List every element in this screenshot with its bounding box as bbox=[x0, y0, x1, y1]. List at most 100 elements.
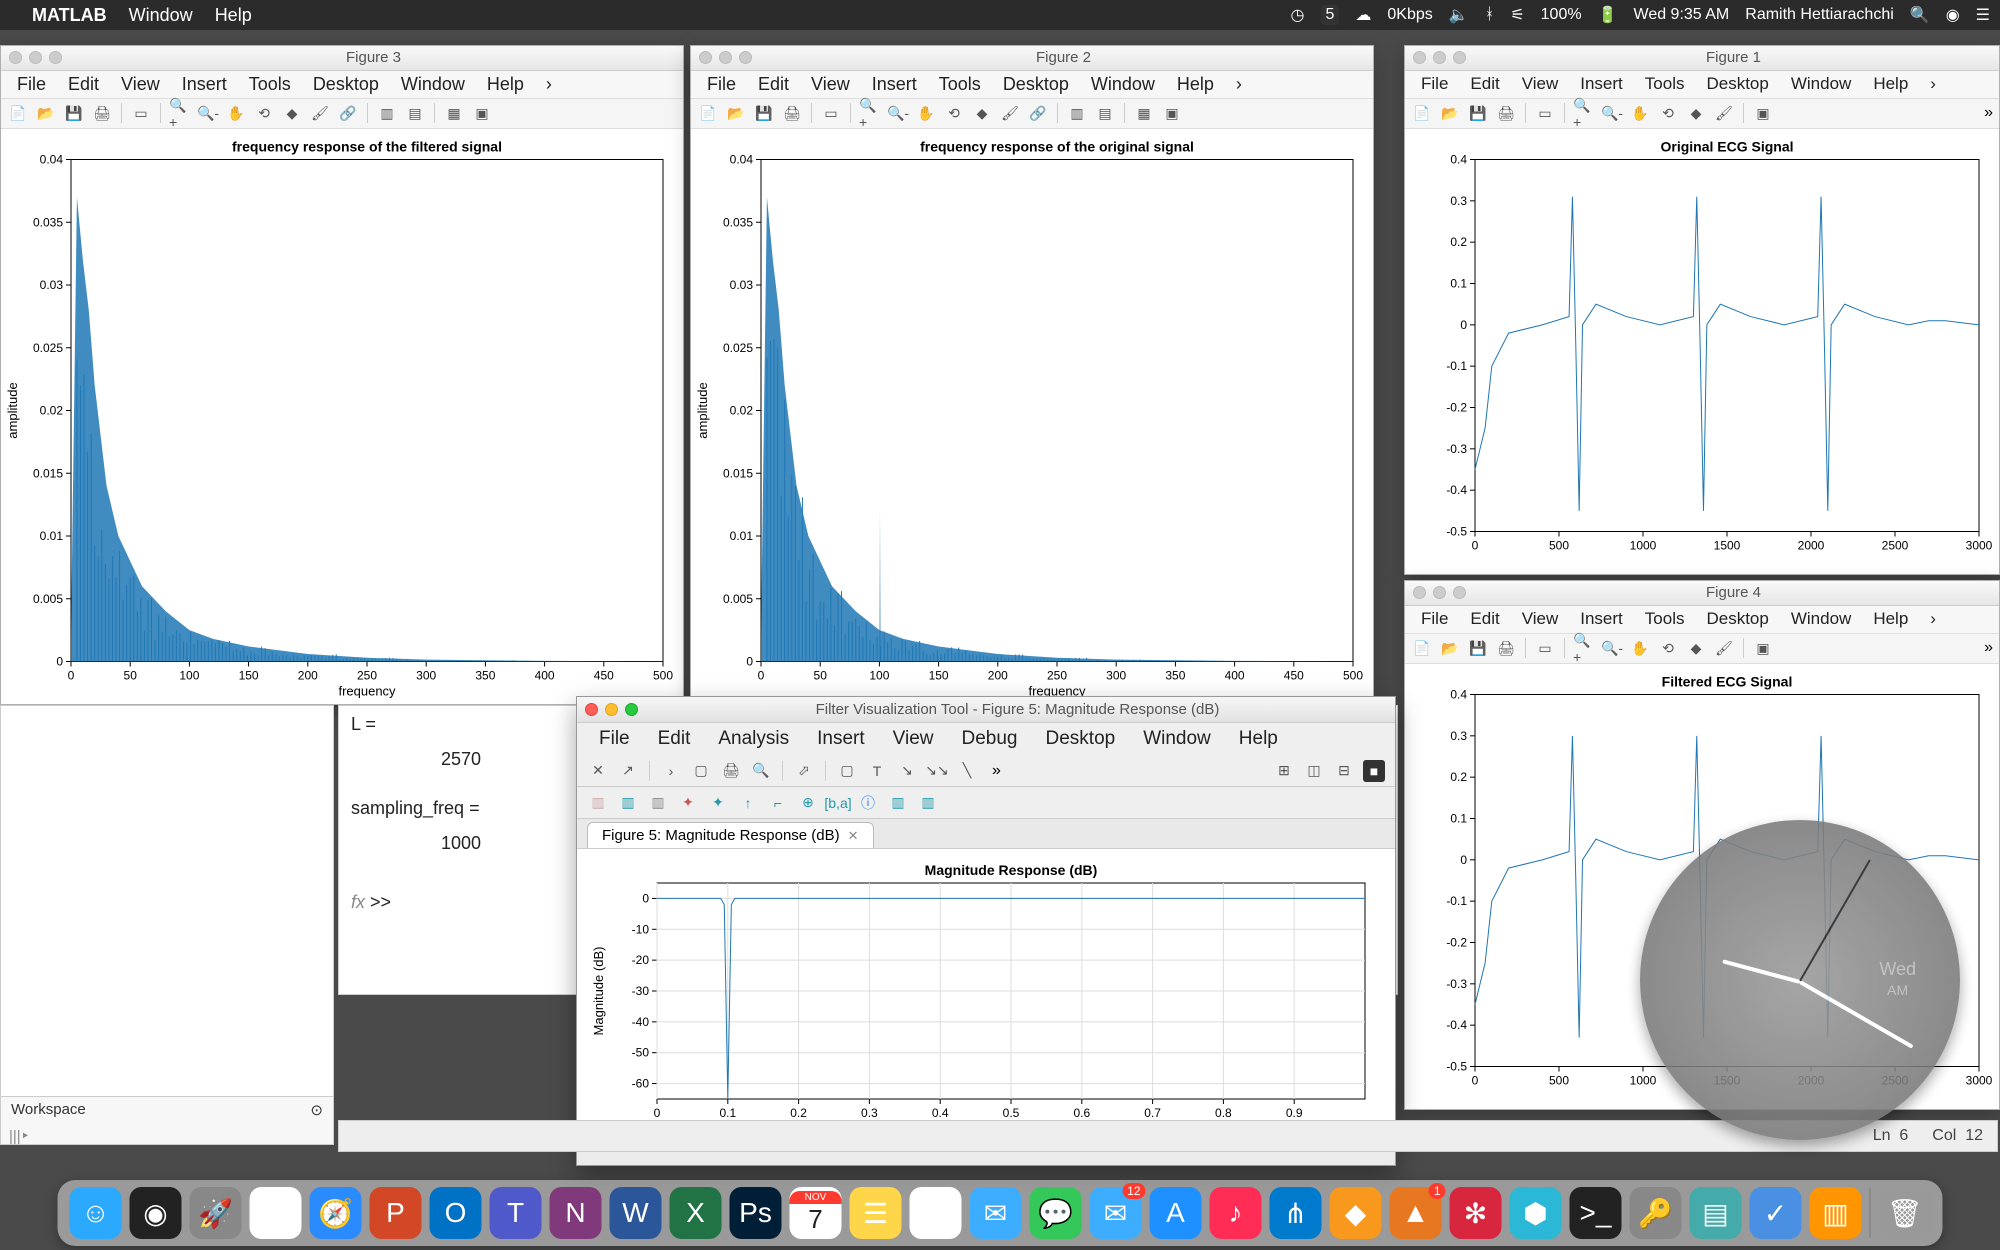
print-icon[interactable]: 🖨 bbox=[91, 102, 113, 124]
pan-icon[interactable]: ✋ bbox=[915, 102, 937, 124]
menu-overflow-icon[interactable]: › bbox=[1920, 607, 1946, 631]
group-delay-icon[interactable]: ✦ bbox=[677, 792, 699, 814]
close-icon[interactable] bbox=[585, 703, 598, 716]
menu-insert[interactable]: Insert bbox=[805, 726, 877, 752]
open-icon[interactable]: 📂 bbox=[1439, 102, 1461, 124]
pointer-icon[interactable]: ⬀ bbox=[793, 760, 815, 782]
menu-desktop[interactable]: Desktop bbox=[1696, 72, 1778, 96]
step-icon[interactable]: ⌐ bbox=[767, 792, 789, 814]
fvt-titlebar[interactable]: Filter Visualization Tool - Figure 5: Ma… bbox=[577, 697, 1395, 723]
figure-4-titlebar[interactable]: Figure 4 bbox=[1405, 581, 1999, 606]
close-icon[interactable] bbox=[699, 51, 712, 64]
close-icon[interactable] bbox=[1413, 586, 1426, 599]
dock-app-messages[interactable]: 💬 bbox=[1030, 1187, 1082, 1239]
menu-file[interactable]: File bbox=[697, 72, 746, 97]
menu-edit[interactable]: Edit bbox=[58, 72, 109, 97]
phase-delay-icon[interactable]: ✦ bbox=[707, 792, 729, 814]
dock-app-calendar[interactable]: NOV7 bbox=[790, 1187, 842, 1239]
print-icon[interactable]: 🖨 bbox=[720, 760, 742, 782]
datatip-icon[interactable]: ◆ bbox=[1685, 637, 1707, 659]
menu-window[interactable]: Window bbox=[129, 5, 193, 26]
menu-analysis[interactable]: Analysis bbox=[706, 726, 801, 752]
workspace-title[interactable]: Workspace bbox=[11, 1101, 86, 1119]
mag-icon[interactable]: ▥ bbox=[587, 792, 609, 814]
dock-icon[interactable]: ▣ bbox=[471, 102, 493, 124]
dock-app-siri[interactable]: ◉ bbox=[130, 1187, 182, 1239]
impulse-icon[interactable]: ↑ bbox=[737, 792, 759, 814]
zoom-in-icon[interactable]: 🔍+ bbox=[1573, 637, 1595, 659]
zoom-in-icon[interactable]: 🔍+ bbox=[169, 102, 191, 124]
tile3-icon[interactable]: ⊟ bbox=[1333, 760, 1355, 782]
save-icon[interactable]: 💾 bbox=[63, 102, 85, 124]
text-icon[interactable]: T bbox=[866, 760, 888, 782]
noise-icon[interactable]: ▥ bbox=[917, 792, 939, 814]
new-icon[interactable]: 📄 bbox=[697, 102, 719, 124]
menubar-user[interactable]: Ramith Hettiarachchi bbox=[1745, 6, 1894, 24]
new-icon[interactable]: ▢ bbox=[690, 760, 712, 782]
tile2-icon[interactable]: ◫ bbox=[1303, 760, 1325, 782]
dock-app-trash[interactable]: 🗑 bbox=[1879, 1187, 1931, 1239]
minimize-icon[interactable] bbox=[1433, 586, 1446, 599]
dock-icon[interactable]: ▣ bbox=[1161, 102, 1183, 124]
spectrum-icon[interactable]: ▥ bbox=[887, 792, 909, 814]
minimize-icon[interactable] bbox=[29, 51, 42, 64]
toolbar-overflow-icon[interactable]: » bbox=[992, 762, 1001, 780]
tile1-icon[interactable]: ⊞ bbox=[1273, 760, 1295, 782]
dock-app-photoshop[interactable]: Ps bbox=[730, 1187, 782, 1239]
cloud-icon[interactable]: ☁ bbox=[1355, 5, 1371, 25]
coeff-icon[interactable]: [b,a] bbox=[827, 792, 849, 814]
dock-app-books[interactable]: ▥ bbox=[1810, 1187, 1862, 1239]
dock-app-excel[interactable]: X bbox=[670, 1187, 722, 1239]
info-icon[interactable]: ⓘ bbox=[857, 792, 879, 814]
zoom-out-icon[interactable]: 🔍- bbox=[887, 102, 909, 124]
pointer-icon[interactable]: ▭ bbox=[1534, 637, 1556, 659]
dock-app-files[interactable]: ▤ bbox=[1690, 1187, 1742, 1239]
app-name[interactable]: MATLAB bbox=[32, 5, 107, 26]
menu-window[interactable]: Window bbox=[391, 72, 475, 97]
menu-edit[interactable]: Edit bbox=[646, 726, 703, 752]
pan-icon[interactable]: ✋ bbox=[225, 102, 247, 124]
menu-overflow-icon[interactable]: › bbox=[536, 72, 562, 97]
open-icon[interactable]: 📂 bbox=[35, 102, 57, 124]
close-icon[interactable] bbox=[9, 51, 22, 64]
close-analysis-icon[interactable]: ✕ bbox=[587, 760, 609, 782]
menu-desktop[interactable]: Desktop bbox=[1696, 607, 1778, 631]
clock-app-icon[interactable]: ◷ bbox=[1291, 5, 1305, 25]
double-arrow-icon[interactable]: ↘↘ bbox=[926, 760, 948, 782]
dock-app-photos[interactable]: ✿ bbox=[910, 1187, 962, 1239]
tab-close-icon[interactable]: ✕ bbox=[848, 828, 859, 844]
menu-insert[interactable]: Insert bbox=[862, 72, 927, 97]
menu-edit[interactable]: Edit bbox=[1460, 607, 1509, 631]
menu-help[interactable]: Help bbox=[215, 5, 252, 26]
wifi-icon[interactable]: ⚟ bbox=[1510, 5, 1524, 25]
dock-app-vscode[interactable]: ⋔ bbox=[1270, 1187, 1322, 1239]
arrow-icon[interactable]: ↘ bbox=[896, 760, 918, 782]
siri-icon[interactable]: ◉ bbox=[1946, 5, 1960, 25]
battery-icon[interactable]: 🔋 bbox=[1598, 5, 1618, 25]
dock-app-mathematica[interactable]: ✻ bbox=[1450, 1187, 1502, 1239]
figure-1-titlebar[interactable]: Figure 1 bbox=[1405, 46, 1999, 71]
dock-app-chrome[interactable]: ◯ bbox=[250, 1187, 302, 1239]
save-icon[interactable]: 💾 bbox=[753, 102, 775, 124]
control-center-icon[interactable]: ☰ bbox=[1976, 5, 1990, 25]
pan-icon[interactable]: ✋ bbox=[1629, 102, 1651, 124]
dock-app-outlook[interactable]: O bbox=[430, 1187, 482, 1239]
maximize-icon[interactable] bbox=[739, 51, 752, 64]
dock-app-safari[interactable]: 🧭 bbox=[310, 1187, 362, 1239]
dock-app-launchpad[interactable]: 🚀 bbox=[190, 1187, 242, 1239]
dock-app-appstore[interactable]: A bbox=[1150, 1187, 1202, 1239]
colorbar-icon[interactable]: ▥ bbox=[376, 102, 398, 124]
zoom-in-icon[interactable]: 🔍+ bbox=[1573, 102, 1595, 124]
menu-file[interactable]: File bbox=[7, 72, 56, 97]
save-icon[interactable]: 💾 bbox=[1467, 102, 1489, 124]
menu-window[interactable]: Window bbox=[1781, 607, 1861, 631]
menu-desktop[interactable]: Desktop bbox=[993, 72, 1079, 97]
datatip-icon[interactable]: ◆ bbox=[281, 102, 303, 124]
save-icon[interactable]: 💾 bbox=[1467, 637, 1489, 659]
dock-app-music[interactable]: ♪ bbox=[1210, 1187, 1262, 1239]
dock-app-mail[interactable]: ✉ bbox=[970, 1187, 1022, 1239]
dock-app-mail2[interactable]: ✉12 bbox=[1090, 1187, 1142, 1239]
toolbar-overflow-icon[interactable]: » bbox=[1984, 639, 1993, 657]
menu-window[interactable]: Window bbox=[1781, 72, 1861, 96]
magphase-icon[interactable]: ▥ bbox=[647, 792, 669, 814]
